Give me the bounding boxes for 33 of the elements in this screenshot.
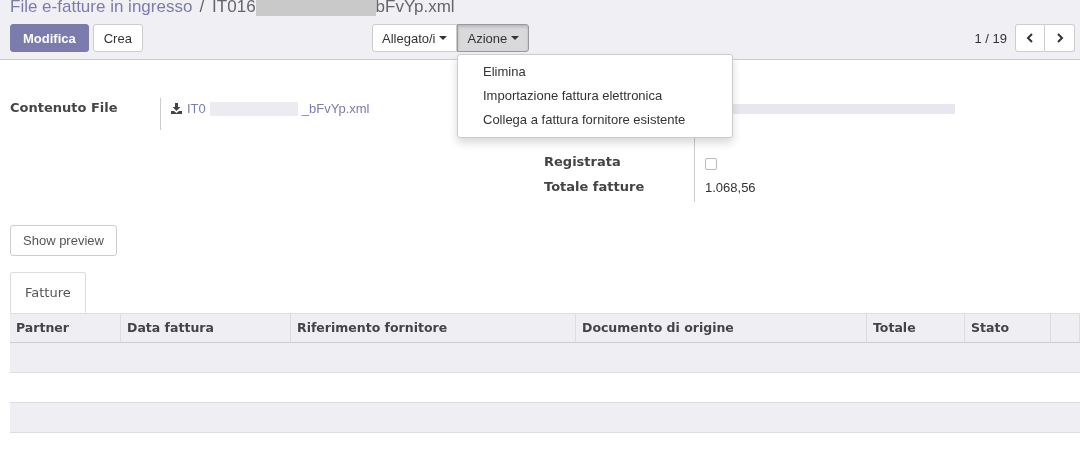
menu-item[interactable]: Collega a fattura fornitore esistente [458, 108, 732, 132]
column-header[interactable]: Partner [10, 314, 121, 342]
chevron-right-icon [1055, 33, 1064, 43]
field-label: Contenuto File [10, 99, 119, 117]
breadcrumb-link[interactable]: File e-fatture in ingresso [10, 0, 193, 17]
field-label: Registrata [544, 153, 622, 171]
record-name: bFvYp.xml [375, 0, 455, 17]
field-value: 1.068,56 [705, 180, 756, 195]
dropdown-button[interactable]: Allegato/i [372, 24, 458, 52]
download-icon [171, 103, 182, 114]
menu-item[interactable]: Elimina [458, 60, 732, 84]
tab[interactable]: Fatture [10, 272, 86, 313]
breadcrumb-separator: / [199, 0, 205, 17]
create-button[interactable]: Crea [92, 24, 143, 52]
download-link[interactable]: IT0 _bFvYp.xml [171, 101, 370, 116]
preview-button[interactable]: Show preview [10, 225, 117, 256]
column-header[interactable]: Documento di origine [576, 314, 867, 342]
menu-item[interactable]: Importazione fattura elettronica [458, 84, 732, 108]
caret-icon [511, 36, 520, 40]
next-button[interactable] [1045, 24, 1075, 52]
edit-button[interactable]: Modifica [10, 24, 89, 52]
column-header[interactable]: Totale [867, 314, 965, 342]
previous-button[interactable] [1015, 24, 1045, 52]
pager-counter: 1 / 19 [974, 30, 1007, 46]
column-header[interactable]: Data fattura [121, 314, 291, 342]
caret-icon [439, 36, 448, 40]
record-name: IT016 [212, 0, 256, 17]
column-header[interactable]: Riferimento fornitore [291, 314, 576, 342]
field-label: Totale fatture [544, 178, 646, 196]
column-header[interactable]: Stato [965, 314, 1051, 342]
checkbox[interactable] [705, 158, 717, 170]
dropdown-button[interactable]: Azione [457, 24, 530, 52]
chevron-left-icon [1026, 33, 1034, 43]
